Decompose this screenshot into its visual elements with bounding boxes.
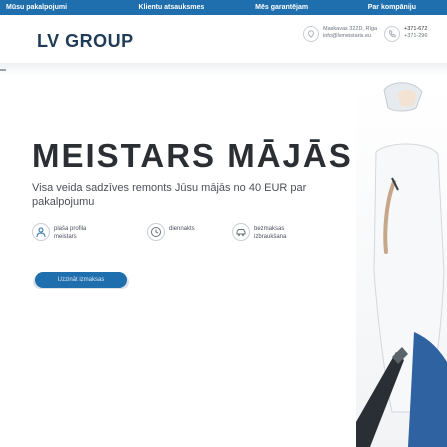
worker-icon (32, 223, 50, 241)
address-block: Maskavas 322D, Rīga info@lvmeistaris.eu (303, 26, 377, 42)
nav-item-about[interactable]: Par kompāniju (337, 0, 447, 15)
phone-number-2[interactable]: +371-296 (404, 33, 427, 40)
features-list: plaša profila meistars diennakts bezmaks… (32, 223, 332, 253)
feature-line: bezmaksas (254, 226, 285, 232)
phone-block: +371-672 +371-296 (384, 26, 427, 42)
car-icon (232, 223, 250, 241)
clock-icon (147, 223, 165, 241)
site-logo[interactable]: LV GROUP (37, 31, 134, 52)
feature-line: diennakts (169, 226, 195, 232)
feature-item: plaša profila meistars (32, 223, 86, 241)
site-header: LV GROUP Maskavas 322D, Rīga info@lvmeis… (0, 15, 447, 63)
feature-line: meistars (54, 234, 77, 240)
hero-image (356, 82, 447, 447)
nav-item-guarantee[interactable]: Mēs garantējam (227, 0, 337, 15)
email-text[interactable]: info@lvmeistaris.eu (323, 33, 377, 40)
phone-number-1[interactable]: +371-672 (404, 26, 427, 33)
phone-icon (384, 26, 400, 42)
feature-item: bezmaksas izbraukšana (232, 223, 286, 241)
nav-item-services[interactable]: Mūsu pakalpojumi (0, 0, 116, 15)
side-tab-marker (0, 69, 6, 71)
top-navigation: Mūsu pakalpojumi Klientu atsauksmes Mēs … (0, 0, 447, 15)
header-divider (0, 63, 447, 77)
location-icon (303, 26, 319, 42)
feature-item: diennakts (147, 223, 195, 241)
hero-title: MEISTARS MĀJĀS (32, 137, 353, 174)
get-prices-button[interactable]: Uzzināt izmaksas (35, 272, 127, 288)
address-text: Maskavas 322D, Rīga (323, 26, 378, 32)
feature-line: izbraukšana (254, 234, 287, 240)
hero-subtitle: Visa veida sadzīves remonts Jūsu mājās n… (32, 182, 307, 208)
nav-item-reviews[interactable]: Klientu atsauksmes (116, 0, 226, 15)
feature-line: plaša profila (54, 226, 87, 232)
